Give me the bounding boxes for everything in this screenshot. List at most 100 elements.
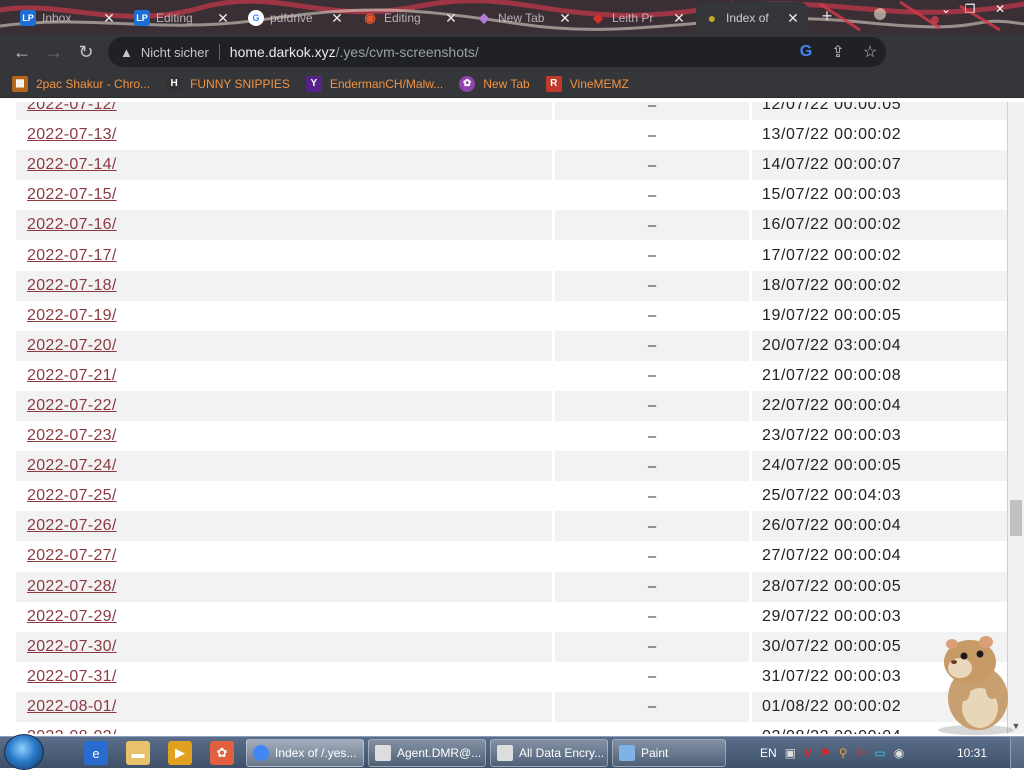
tab-index-of[interactable]: ● Index of ✕ xyxy=(696,2,808,34)
bookmark-2pac[interactable]: ▦ 2pac Shakur - Chro... xyxy=(12,75,150,92)
folder-favicon-icon: ● xyxy=(707,10,717,26)
directory-link[interactable]: 2022-07-24/ xyxy=(27,457,117,474)
directory-link[interactable]: 2022-07-27/ xyxy=(27,547,117,564)
directory-link[interactable]: 2022-07-23/ xyxy=(27,427,117,444)
name-cell: 2022-07-27/ xyxy=(16,547,552,565)
language-indicator[interactable]: EN xyxy=(760,746,777,760)
directory-link[interactable]: 2022-07-28/ xyxy=(27,578,117,595)
tab-google[interactable]: G pdfdrive ✕ xyxy=(240,4,352,32)
show-desktop-button[interactable] xyxy=(1010,737,1024,769)
url-host[interactable]: home.darkok.xyz xyxy=(230,44,336,60)
directory-link[interactable]: 2022-08-02/ xyxy=(27,728,117,734)
tray-monitor-icon[interactable]: ▭ xyxy=(874,746,885,760)
bookmark-star-icon[interactable]: ☆ xyxy=(854,42,886,62)
task-chrome[interactable]: Index of /.yes... xyxy=(246,739,364,767)
table-row: 2022-07-17/ –17/07/22 00:00:02 xyxy=(16,240,1007,271)
bookmark-funny-snippies[interactable]: H FUNNY SNIPPIES xyxy=(166,75,290,92)
name-cell: 2022-07-23/ xyxy=(16,427,552,445)
security-label[interactable]: Nicht sicher xyxy=(141,45,209,60)
modified-date-cell: 23/07/22 00:00:03 xyxy=(762,427,902,445)
task-paint[interactable]: Paint xyxy=(612,739,726,767)
bookmark-vinememz[interactable]: R VineMEMZ xyxy=(545,75,629,92)
app-launcher-icon[interactable]: ✿ xyxy=(210,741,234,765)
directory-link[interactable]: 2022-07-18/ xyxy=(27,277,117,294)
size-cell: – xyxy=(552,270,752,301)
table-row: 2022-07-29/ –29/07/22 00:00:03 xyxy=(16,601,1007,632)
task-all-data[interactable]: All Data Encry... xyxy=(490,739,608,767)
restore-window-icon[interactable]: ❐ xyxy=(958,0,982,18)
table-row: 2022-07-23/ –23/07/22 00:00:03 xyxy=(16,421,1007,452)
close-icon[interactable]: ✕ xyxy=(558,10,572,27)
share-icon[interactable]: ⇪ xyxy=(822,42,854,62)
warning-icon[interactable]: ▲ xyxy=(120,45,133,60)
directory-link[interactable]: 2022-07-15/ xyxy=(27,186,117,203)
name-cell: 2022-07-31/ xyxy=(16,668,552,686)
close-icon[interactable]: ✕ xyxy=(786,10,800,27)
tray-search-icon[interactable]: ⚲ xyxy=(839,746,848,760)
chevron-down-icon[interactable]: ⌄ xyxy=(934,0,958,18)
table-row: 2022-07-26/ –26/07/22 00:00:04 xyxy=(16,511,1007,542)
directory-link[interactable]: 2022-07-12/ xyxy=(27,102,117,113)
table-row: 2022-07-31/–31/07/22 00:00:03 xyxy=(16,661,1007,692)
directory-link[interactable]: 2022-07-16/ xyxy=(27,216,117,233)
url-path[interactable]: /.yes/cvm-screenshots/ xyxy=(336,44,479,60)
tab-strip: LP Inbox ✕ LP Editing ✕ G pdfdrive ✕ ◉ E… xyxy=(0,0,1024,34)
directory-link[interactable]: 2022-07-14/ xyxy=(27,156,117,173)
tray-v-icon[interactable]: V xyxy=(804,746,812,760)
task-agent[interactable]: Agent.DMR@... xyxy=(368,739,486,767)
back-arrow-icon[interactable]: ← xyxy=(6,36,38,68)
h-logo-icon: H xyxy=(166,75,183,92)
bookmark-label: EndermanCH/Malw... xyxy=(329,76,444,91)
bookmark-endermanch[interactable]: Y EndermanCH/Malw... xyxy=(305,75,444,92)
new-tab-plus-icon[interactable]: + xyxy=(816,6,838,28)
clock[interactable]: 10:31 xyxy=(952,737,992,769)
modified-date-cell: 13/07/22 00:00:02 xyxy=(762,126,902,144)
directory-link[interactable]: 2022-07-13/ xyxy=(27,126,117,143)
name-cell: 2022-08-01/ xyxy=(16,698,552,716)
tray-shield-icon[interactable]: ⚑ xyxy=(820,746,831,760)
address-bar[interactable]: ▲ Nicht sicher home.darkok.xyz/.yes/cvm-… xyxy=(108,37,886,67)
close-icon[interactable]: ✕ xyxy=(444,10,458,27)
close-icon[interactable]: ✕ xyxy=(102,10,116,27)
directory-link[interactable]: 2022-07-17/ xyxy=(27,247,117,264)
directory-link[interactable]: 2022-07-31/ xyxy=(27,668,117,685)
directory-link[interactable]: 2022-07-22/ xyxy=(27,397,117,414)
media-player-icon[interactable]: ▶ xyxy=(168,741,192,765)
directory-link[interactable]: 2022-07-29/ xyxy=(27,608,117,625)
close-icon[interactable]: ✕ xyxy=(216,10,230,27)
tab-editing-2[interactable]: ◉ Editing ✕ xyxy=(354,4,466,32)
tray-record-icon[interactable]: ◉ xyxy=(894,746,904,760)
scrollbar-thumb[interactable] xyxy=(1010,500,1022,536)
size-cell: – xyxy=(552,120,752,151)
tab-leith[interactable]: ◆ Leith Pr ✕ xyxy=(582,4,694,32)
directory-link[interactable]: 2022-07-21/ xyxy=(27,367,117,384)
tab-label: Editing xyxy=(156,11,193,25)
tray-app-icon[interactable]: ▣ xyxy=(785,746,796,760)
size-cell: – xyxy=(552,210,752,241)
directory-link[interactable]: 2022-07-26/ xyxy=(27,517,117,534)
directory-link[interactable]: 2022-07-25/ xyxy=(27,487,117,504)
tab-editing-1[interactable]: LP Editing ✕ xyxy=(126,4,238,32)
size-cell: – xyxy=(552,300,752,331)
internet-explorer-icon[interactable]: e xyxy=(84,741,108,765)
close-icon[interactable]: ✕ xyxy=(330,10,344,27)
tray-flag-icon[interactable]: ⚐ xyxy=(856,746,867,760)
start-button[interactable] xyxy=(4,734,44,770)
reload-icon[interactable]: ↻ xyxy=(70,36,102,68)
close-icon[interactable]: ✕ xyxy=(672,10,686,27)
directory-link[interactable]: 2022-07-19/ xyxy=(27,307,117,324)
tab-new-tab[interactable]: ◆ New Tab ✕ xyxy=(468,4,580,32)
modified-date-cell: 27/07/22 00:00:04 xyxy=(762,547,902,565)
bookmark-new-tab[interactable]: ✿ New Tab xyxy=(459,75,530,92)
name-cell: 2022-07-15/ xyxy=(16,186,552,204)
directory-link[interactable]: 2022-07-20/ xyxy=(27,337,117,354)
name-cell: 2022-07-20/ xyxy=(16,337,552,355)
directory-link[interactable]: 2022-07-30/ xyxy=(27,638,117,655)
file-explorer-icon[interactable]: ▬ xyxy=(126,741,150,765)
directory-link[interactable]: 2022-08-01/ xyxy=(27,698,117,715)
forward-arrow-icon[interactable]: → xyxy=(38,36,70,68)
table-row: 2022-07-15/ –15/07/22 00:00:03 xyxy=(16,180,1007,211)
close-window-icon[interactable]: ✕ xyxy=(988,0,1012,18)
google-lens-icon[interactable]: G xyxy=(790,43,822,61)
tab-inbox[interactable]: LP Inbox ✕ xyxy=(12,4,124,32)
